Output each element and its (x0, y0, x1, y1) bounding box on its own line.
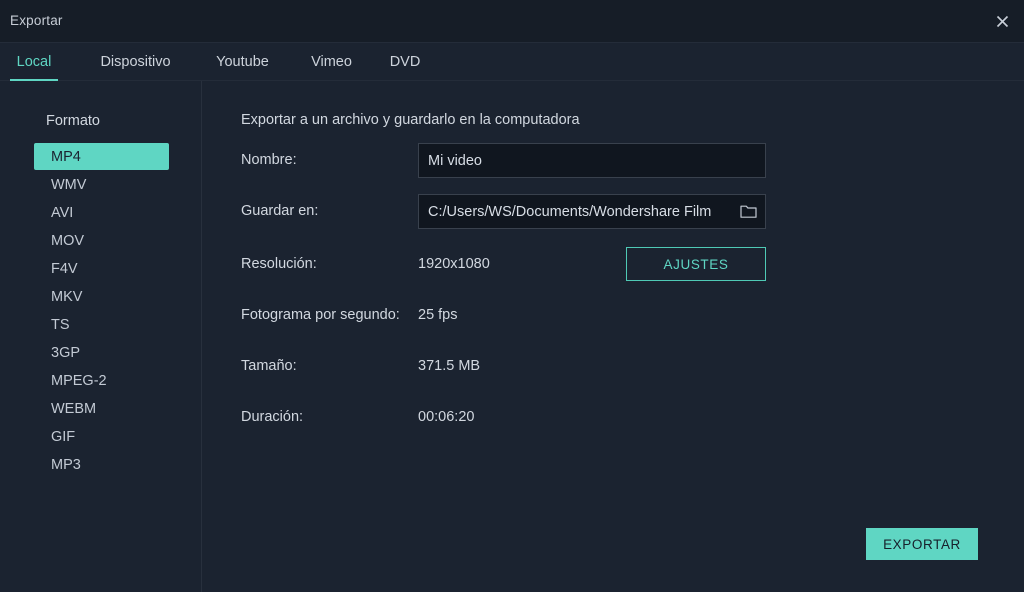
resolution-value: 1920x1080 (418, 256, 490, 272)
tab-dvd[interactable]: DVD (386, 43, 424, 81)
duration-value: 00:06:20 (418, 409, 475, 425)
export-button[interactable]: EXPORTAR (866, 528, 978, 560)
close-icon (996, 15, 1008, 28)
sidebar-title: Formato (46, 113, 100, 129)
tab-youtube[interactable]: Youtube (206, 43, 279, 81)
format-item-mkv[interactable]: MKV (34, 283, 169, 310)
name-input-value: Mi video (428, 152, 482, 169)
tab-vimeo[interactable]: Vimeo (305, 43, 358, 81)
resolution-label: Resolución: (241, 256, 317, 272)
tab-bar: Local Dispositivo Youtube Vimeo DVD (0, 43, 1024, 81)
format-item-webm[interactable]: WEBM (34, 395, 169, 422)
size-label: Tamaño: (241, 358, 297, 374)
format-item-mp3[interactable]: MP3 (34, 451, 169, 478)
title-bar: Exportar (0, 0, 1024, 43)
tab-local[interactable]: Local (10, 43, 58, 81)
tab-dispositivo[interactable]: Dispositivo (85, 43, 186, 81)
format-item-wmv[interactable]: WMV (34, 171, 169, 198)
format-item-mpeg-2[interactable]: MPEG-2 (34, 367, 169, 394)
name-input[interactable]: Mi video (418, 143, 766, 178)
intro-text: Exportar a un archivo y guardarlo en la … (241, 112, 580, 128)
framerate-value: 25 fps (418, 307, 458, 323)
format-item-3gp[interactable]: 3GP (34, 339, 169, 366)
format-sidebar: MP4 WMV AVI MOV F4V MKV TS 3GP MPEG-2 WEBM GIF MP3 (0, 81, 202, 592)
browse-folder-button[interactable] (731, 195, 765, 228)
format-item-ts[interactable]: TS (34, 311, 169, 338)
settings-button[interactable]: AJUSTES (626, 247, 766, 281)
format-item-f4v[interactable]: F4V (34, 255, 169, 282)
size-value: 371.5 MB (418, 358, 481, 374)
save-to-input-value: C:/Users/WS/Documents/Wondershare Film (428, 203, 712, 220)
format-item-mp4[interactable]: MP4 (34, 143, 169, 170)
export-dialog: Exportar Local Dispositivo Youtube Vimeo DVD… (0, 0, 1024, 592)
format-item-avi[interactable]: AVI (34, 199, 169, 226)
name-label: Nombre: (241, 152, 297, 168)
window-title: Exportar (10, 13, 63, 28)
save-to-input[interactable]: C:/Users/WS/Documents/Wondershare Film (418, 194, 766, 229)
duration-label: Duración: (241, 409, 304, 425)
format-item-gif[interactable]: GIF (34, 423, 169, 450)
format-item-mov[interactable]: MOV (34, 227, 169, 254)
framerate-label: Fotograma por segundo: (241, 307, 400, 323)
close-button[interactable] (980, 0, 1024, 43)
save-to-label: Guardar en: (241, 203, 319, 219)
folder-icon (739, 205, 757, 218)
